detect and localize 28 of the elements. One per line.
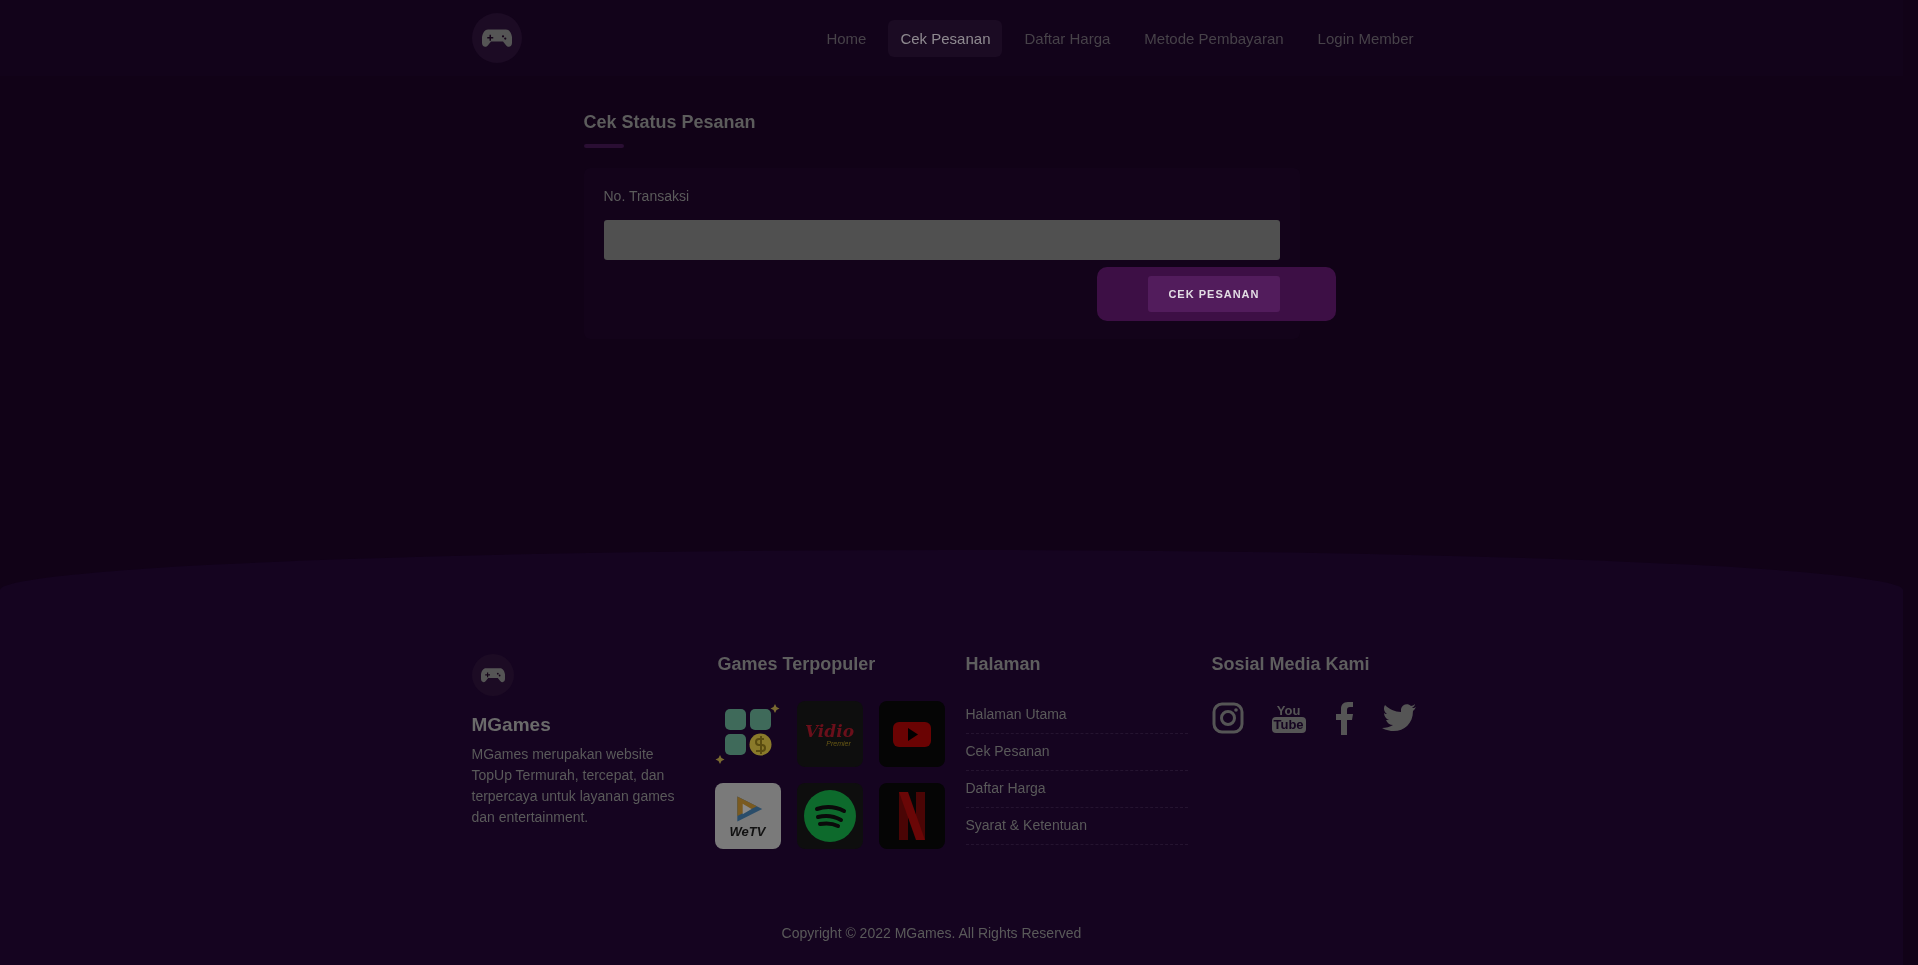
column-heading: Halaman: [965, 654, 1042, 675]
nav-link[interactable]: Home: [814, 19, 879, 57]
twitter-icon[interactable]: [1381, 704, 1416, 732]
spotify-app-icon[interactable]: [796, 783, 863, 849]
nav-link[interactable]: Login Member: [1305, 19, 1426, 57]
nav-link[interactable]: Cek Pesanan: [888, 19, 1003, 57]
brand-name: MGames: [471, 714, 552, 736]
column-heading: Games Terpopuler: [717, 654, 877, 675]
gamepad-logo-icon[interactable]: [471, 13, 522, 63]
wetv-app-icon[interactable]: WeTV: [714, 783, 781, 849]
gamepad-logo-icon: [471, 654, 514, 696]
netflix-app-icon[interactable]: [878, 783, 945, 849]
instagram-icon[interactable]: [1211, 702, 1244, 734]
transaction-input-field[interactable]: [603, 220, 1280, 260]
brand-description: MGames merupakan website TopUp Termurah, tercepat, dan terpercaya untuk layanan games dan entertainment.: [471, 745, 676, 827]
footer-link[interactable]: Halaman Utama: [965, 697, 1188, 734]
column-heading: Sosial Media Kami: [1211, 654, 1371, 675]
footer-link[interactable]: Cek Pesanan: [965, 734, 1188, 771]
copyright-text: Copyright © 2022 MGames. All Rights Reserved: [780, 925, 1083, 941]
footer-link[interactable]: Syarat & Ketentuan: [965, 808, 1188, 845]
field-label: No. Transaksi: [603, 188, 691, 204]
footer-link[interactable]: Daftar Harga: [965, 771, 1188, 808]
play-app-icon[interactable]: [878, 701, 945, 767]
page-title: Cek Status Pesanan: [583, 112, 757, 133]
check-order-button[interactable]: CEK PESANAN: [1148, 276, 1280, 312]
nav-link[interactable]: Daftar Harga: [1012, 19, 1123, 57]
nav-link[interactable]: Metode Pembayaran: [1132, 19, 1296, 57]
facebook-icon[interactable]: [1333, 701, 1354, 735]
